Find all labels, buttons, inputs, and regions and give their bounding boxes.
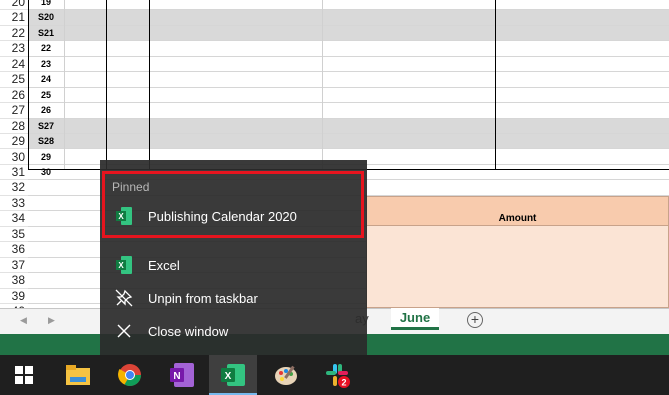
row-header[interactable]: 39 [0,288,28,304]
row-header[interactable]: 22 [0,25,28,42]
scroll-tabs-right-icon[interactable]: ▶ [48,315,55,326]
day-cell[interactable]: 30 [28,165,64,180]
task-excel-label: Excel [148,257,180,273]
excel-icon[interactable]: X [209,355,257,395]
day-cell[interactable]: S28 [28,134,64,149]
row-header[interactable]: 28 [0,118,28,135]
task-unpin-from-taskbar[interactable]: Unpin from taskbar [100,282,367,314]
row-header[interactable]: 32 [0,180,28,196]
row-header[interactable]: 20 [0,0,28,11]
sheet-row[interactable] [28,25,669,42]
row-header[interactable]: 37 [0,257,28,274]
day-cell[interactable]: 23 [28,57,64,72]
day-cell[interactable]: S21 [28,26,64,41]
row-header[interactable]: 33 [0,195,28,212]
sheet-row[interactable] [28,0,669,11]
column-border [322,0,323,170]
sheet-row[interactable] [28,134,669,150]
column-border [106,0,107,170]
onenote-icon[interactable]: N [158,355,206,395]
row-header[interactable]: 30 [0,149,28,165]
row-header[interactable]: 24 [0,56,28,73]
row-header[interactable]: 31 [0,164,28,181]
amount-header[interactable]: Amount [366,196,669,226]
task-excel[interactable]: X Excel [100,249,367,281]
svg-text:X: X [118,261,124,270]
row-header[interactable]: 38 [0,273,28,289]
paint-icon[interactable] [262,355,310,395]
day-cell[interactable]: 24 [28,72,64,87]
slack-badge: 2 [341,378,346,388]
scroll-tabs-left-icon[interactable]: ◀ [20,315,27,326]
add-sheet-button[interactable]: + [467,312,483,328]
svg-text:N: N [173,371,180,382]
sheet-tab-june[interactable]: June [391,308,439,330]
sheet-row[interactable] [28,103,669,119]
column-border [149,0,150,170]
row-header[interactable]: 26 [0,87,28,104]
svg-text:X: X [225,371,232,382]
column-border [495,0,496,170]
row-header[interactable]: 29 [0,134,28,150]
sheet-row[interactable] [28,88,669,104]
day-cell[interactable]: 26 [28,103,64,118]
excel-app-icon: X [114,255,134,275]
day-cell[interactable]: S20 [28,10,64,25]
day-cell[interactable]: 29 [28,150,64,165]
row-header[interactable]: 25 [0,72,28,88]
task-close-label: Close window [148,323,229,339]
day-cell[interactable]: S27 [28,119,64,134]
sheet-row[interactable] [28,118,669,135]
slack-icon[interactable]: 2 [313,355,361,395]
close-icon [114,321,134,341]
sheet-row[interactable] [28,57,669,73]
file-explorer-icon[interactable] [54,355,102,395]
column-border [64,0,65,170]
chrome-icon[interactable] [106,355,154,395]
row-header[interactable]: 21 [0,10,28,26]
sheet-row[interactable] [28,10,669,26]
task-unpin-label: Unpin from taskbar [148,290,258,306]
windows-start-icon[interactable] [0,355,48,395]
unpin-icon [114,288,134,308]
row-header[interactable]: 35 [0,226,28,243]
sheet-row[interactable] [28,72,669,88]
sheet-row[interactable] [28,41,669,57]
windows-taskbar: N X 2 [0,355,669,395]
row-header[interactable]: 34 [0,211,28,227]
day-cell[interactable]: 25 [28,88,64,103]
row-header[interactable]: 23 [0,41,28,57]
row-header[interactable]: 27 [0,103,28,119]
day-cell[interactable]: 22 [28,41,64,56]
day-cell[interactable]: 19 [28,0,64,10]
task-close-window[interactable]: Close window [100,315,367,347]
pinned-item-highlight [102,171,364,238]
row-header[interactable]: 36 [0,242,28,258]
column-border [28,0,29,170]
